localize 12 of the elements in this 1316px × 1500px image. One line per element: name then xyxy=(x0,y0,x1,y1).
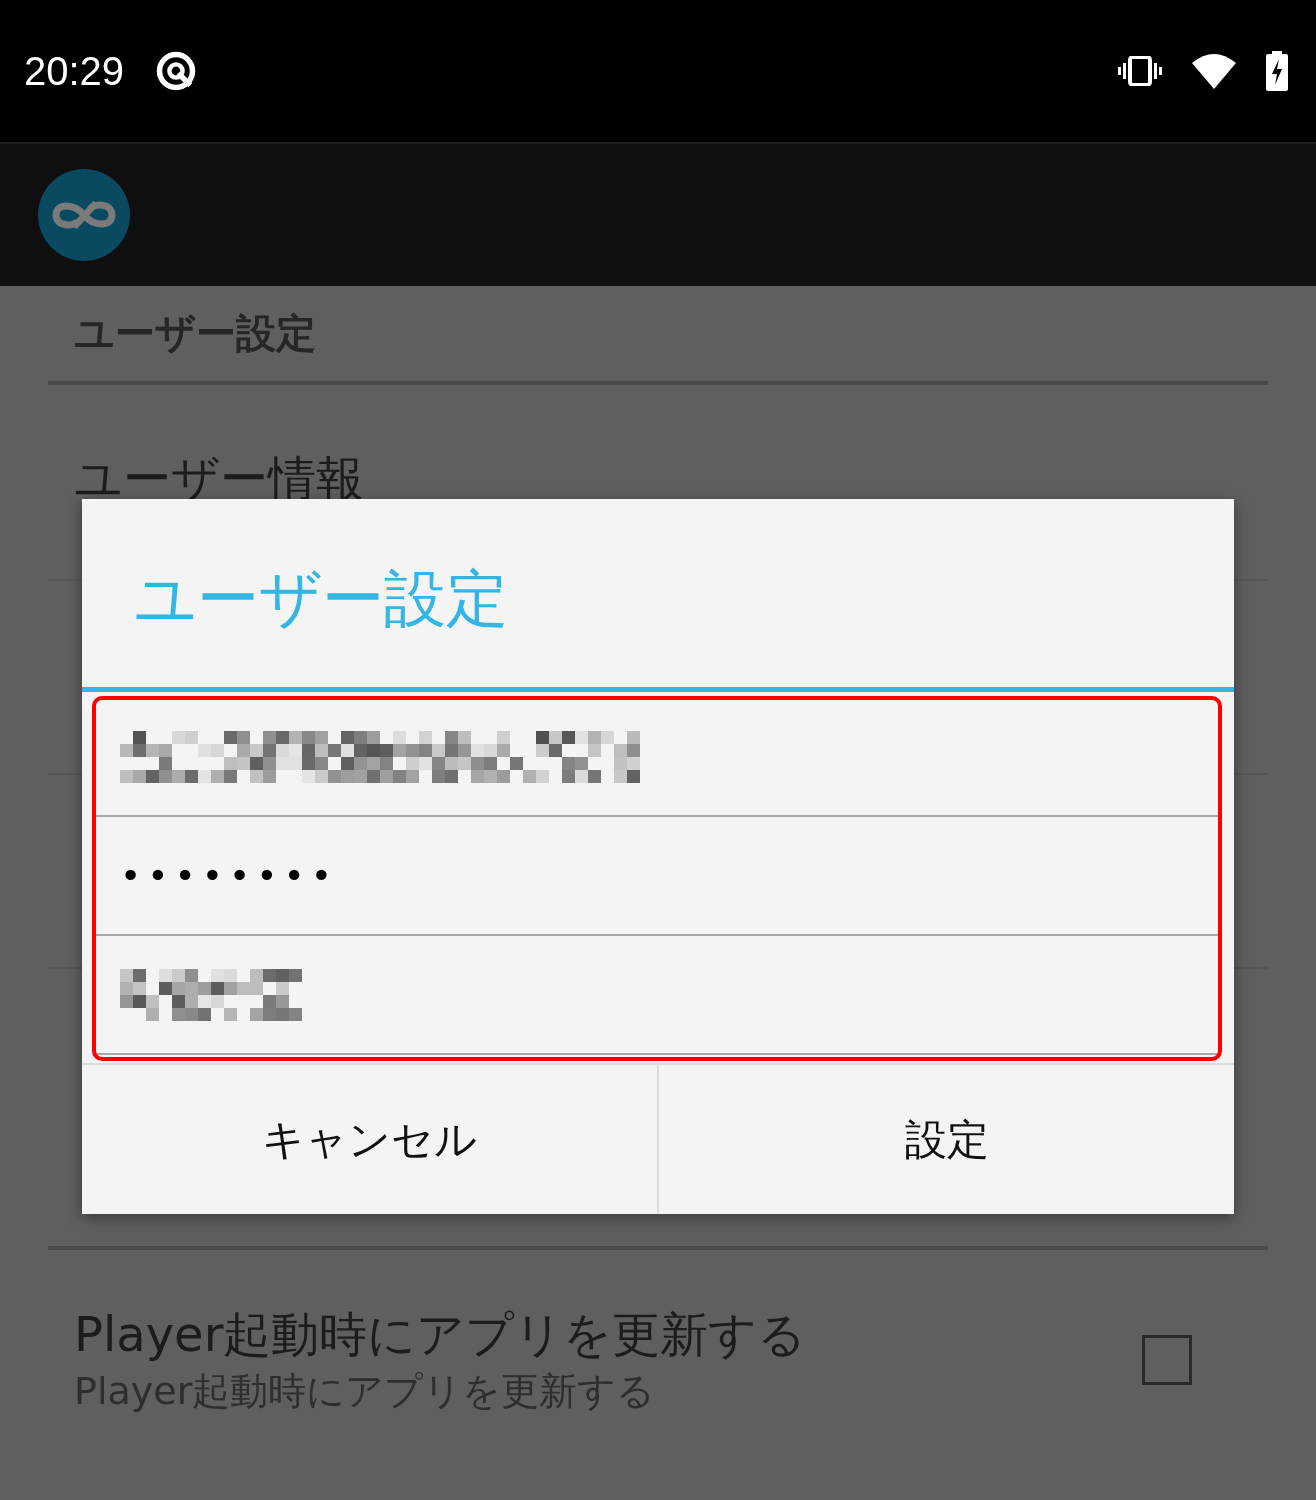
section-header: ユーザー設定 xyxy=(74,310,316,356)
input-field[interactable]: •••••••• xyxy=(94,817,1220,936)
dialog-button[interactable]: 設定 xyxy=(657,1065,1234,1214)
dialog-title: ユーザー設定 xyxy=(82,499,1234,692)
checkbox[interactable] xyxy=(1142,1335,1192,1385)
dialog-button[interactable]: キャンセル xyxy=(82,1065,657,1214)
status-time: 20:29 xyxy=(24,48,125,94)
battery-icon xyxy=(1266,51,1288,91)
setting-title: Player起動時にアプリを更新する xyxy=(74,1305,808,1365)
wifi-icon xyxy=(1192,53,1236,89)
vibrate-icon xyxy=(1118,56,1162,86)
app-logo-icon xyxy=(38,169,130,261)
